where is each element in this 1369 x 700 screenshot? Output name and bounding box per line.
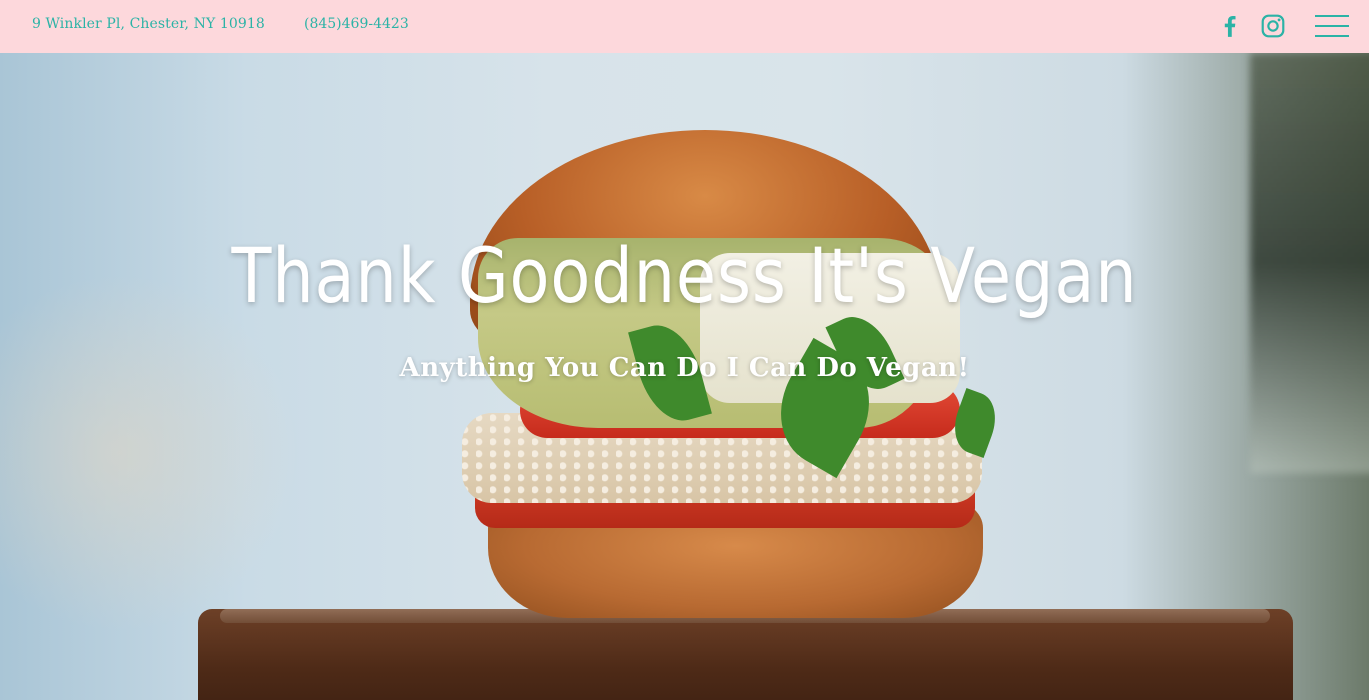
address-link[interactable]: 9 Winkler Pl, Chester, NY 10918 — [32, 16, 265, 32]
hamburger-line — [1315, 35, 1349, 37]
hamburger-line — [1315, 15, 1349, 17]
top-bar: 9 Winkler Pl, Chester, NY 10918 (845)469… — [0, 0, 1369, 53]
hero-subtitle: Anything You Can Do I Can Do Vegan! — [399, 353, 970, 383]
hero-title: Thank Goodness It's Vegan — [231, 231, 1138, 320]
facebook-icon[interactable] — [1217, 13, 1243, 39]
hamburger-line — [1315, 25, 1349, 27]
hamburger-menu-icon[interactable] — [1315, 14, 1349, 38]
hero-banner: Thank Goodness It's Vegan Anything You C… — [0, 53, 1369, 700]
phone-link[interactable]: (845)469-4423 — [304, 16, 409, 32]
background-blur — [0, 273, 300, 633]
instagram-icon[interactable] — [1260, 13, 1286, 39]
